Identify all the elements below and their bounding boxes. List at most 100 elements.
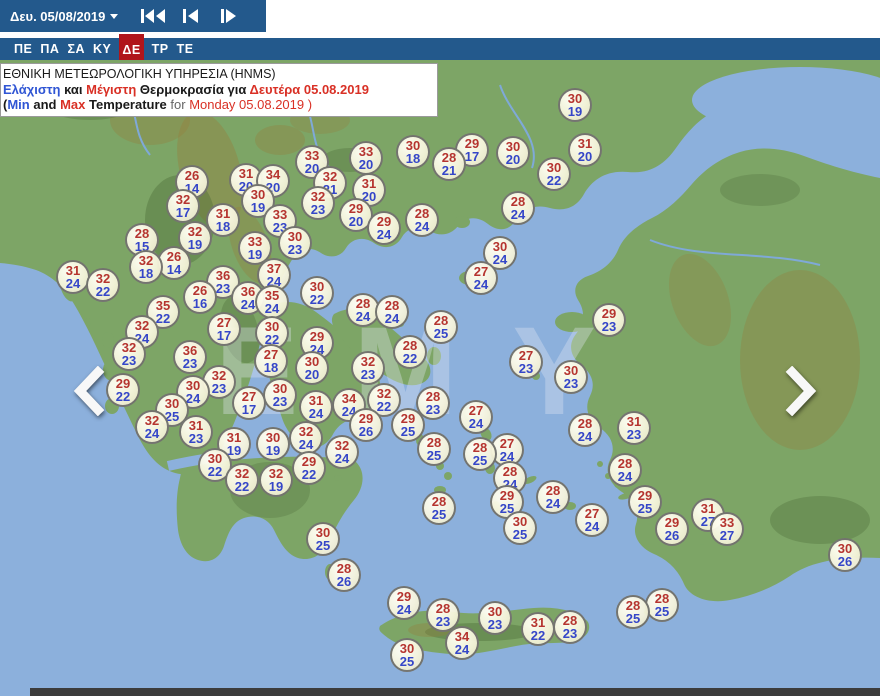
station-marker: 29 23 <box>592 303 626 337</box>
station-marker: 29 25 <box>628 485 662 519</box>
legend-text-part: Μέγιστη <box>86 82 137 97</box>
min-temp: 23 <box>272 394 288 409</box>
station-marker: 28 25 <box>417 432 451 466</box>
min-temp: 23 <box>310 202 326 217</box>
weekday-ΤΡ[interactable]: ΤΡ <box>152 38 169 60</box>
min-temp: 24 <box>355 309 371 324</box>
next-map-arrow[interactable] <box>782 365 822 417</box>
weekday-nav: ΠΕ ΠΑ ΣΑ ΚΥ ΔΕ ΤΡ ΤΕ <box>0 34 880 68</box>
weekday-ΚΥ[interactable]: ΚΥ <box>93 38 111 60</box>
legend-english-line: (Min and Max Temperature for Monday 05.0… <box>3 97 432 112</box>
min-temp: 24 <box>510 207 526 222</box>
station-marker: 32 24 <box>325 435 359 469</box>
min-temp: 23 <box>435 614 451 629</box>
station-marker: 31 23 <box>617 411 651 445</box>
min-temp: 19 <box>187 237 203 252</box>
station-marker: 32 18 <box>129 250 163 284</box>
weekday-ΠΕ[interactable]: ΠΕ <box>14 38 32 60</box>
station-marker: 30 23 <box>554 360 588 394</box>
step-forward-icon <box>221 9 237 23</box>
station-marker: 29 24 <box>387 586 421 620</box>
station-marker: 29 25 <box>391 408 425 442</box>
min-temp: 26 <box>664 528 680 543</box>
step-back-icon <box>183 9 199 23</box>
min-temp: 17 <box>241 402 257 417</box>
station-marker: 30 20 <box>295 351 329 385</box>
weekday-ΠΑ[interactable]: ΠΑ <box>40 38 59 60</box>
station-marker: 2824 <box>536 480 570 514</box>
legend-title: ΕΘΝΙΚΗ ΜΕΤΕΩΡΟΛΟΓΙΚΗ ΥΠΗΡΕΣΙΑ (HNMS) <box>3 67 276 81</box>
legend-text-part: και <box>60 82 87 97</box>
station-marker: 2824 <box>608 453 642 487</box>
station-marker: 2824 <box>568 413 602 447</box>
min-temp: 24 <box>617 469 633 484</box>
min-temp: 22 <box>402 351 418 366</box>
station-marker: 27 23 <box>509 345 543 379</box>
min-temp: 25 <box>426 448 442 463</box>
station-marker: 32 19 <box>259 463 293 497</box>
previous-day-button[interactable] <box>172 5 210 27</box>
station-marker: 28 22 <box>393 335 427 369</box>
min-temp: 22 <box>546 173 562 188</box>
min-temp: 20 <box>577 149 593 164</box>
station-marker: 27 24 <box>464 261 498 295</box>
min-temp: 18 <box>405 151 421 166</box>
station-marker: 27 24 <box>459 400 493 434</box>
min-temp: 22 <box>95 284 111 299</box>
min-temp: 18 <box>138 266 154 281</box>
station-marker: 28 26 <box>327 558 361 592</box>
station-marker: 30 23 <box>478 601 512 635</box>
min-temp: 20 <box>358 157 374 172</box>
station-marker: 29 26 <box>655 512 689 546</box>
min-temp: 25 <box>472 453 488 468</box>
station-marker: 30 18 <box>396 135 430 169</box>
station-marker: 2824 <box>501 191 535 225</box>
station-marker: 35 24 <box>255 285 289 319</box>
weekday-ΤΕ[interactable]: ΤΕ <box>177 38 194 60</box>
min-temp: 24 <box>577 429 593 444</box>
min-temp: 14 <box>166 262 182 277</box>
legend-text-part: Δευτέρα 05.08.2019 <box>249 82 369 97</box>
station-marker: 32 22 <box>86 268 120 302</box>
station-marker: 30 25 <box>503 511 537 545</box>
map-area: ΕΜΥ ΕΘΝΙΚΗ ΜΕΤΕΩΡΟΛΟΓΙΚΗ ΥΠΗΡΕΣΙΑ (HNMS)… <box>0 60 880 696</box>
station-marker: 29 26 <box>349 408 383 442</box>
station-marker: 32 23 <box>301 186 335 220</box>
station-marker: 30 25 <box>390 638 424 672</box>
station-marker: 27 24 <box>575 503 609 537</box>
station-marker: 32 17 <box>166 189 200 223</box>
date-selector-button[interactable]: Δευ. 05/08/2019 <box>10 9 119 24</box>
date-tab: Δευ. 05/08/2019 <box>0 0 266 32</box>
min-temp: 16 <box>192 296 208 311</box>
first-day-button[interactable] <box>134 5 172 27</box>
min-temp: 22 <box>115 389 131 404</box>
station-marker: 31 23 <box>179 415 213 449</box>
min-temp: 24 <box>144 426 160 441</box>
weekday-ΣΑ[interactable]: ΣΑ <box>67 38 85 60</box>
min-temp: 24 <box>468 416 484 431</box>
station-marker: 30 22 <box>300 276 334 310</box>
next-day-button[interactable] <box>210 5 248 27</box>
chevron-right-icon <box>785 365 817 417</box>
station-marker: 33 27 <box>710 512 744 546</box>
station-marker: 30 26 <box>828 538 862 572</box>
min-temp: 18 <box>215 219 231 234</box>
station-marker: 36 23 <box>173 340 207 374</box>
min-temp: 25 <box>315 538 331 553</box>
legend-text-part: Ελάχιστη <box>3 82 61 97</box>
min-temp: 23 <box>287 242 303 257</box>
min-temp: 19 <box>268 479 284 494</box>
station-marker: 30 19 <box>256 427 290 461</box>
min-temp: 24 <box>545 496 561 511</box>
station-marker: 27 17 <box>232 386 266 420</box>
station-marker: 28 25 <box>645 588 679 622</box>
station-marker: 30 25 <box>306 522 340 556</box>
previous-map-arrow[interactable] <box>68 365 108 417</box>
station-marker: 2824 <box>375 295 409 329</box>
station-marker: 31 22 <box>521 612 555 646</box>
station-marker: 32 24 <box>289 421 323 455</box>
station-marker: 26 16 <box>183 280 217 314</box>
min-temp: 24 <box>298 437 314 452</box>
min-temp: 24 <box>454 642 470 657</box>
min-temp: 21 <box>441 163 457 178</box>
